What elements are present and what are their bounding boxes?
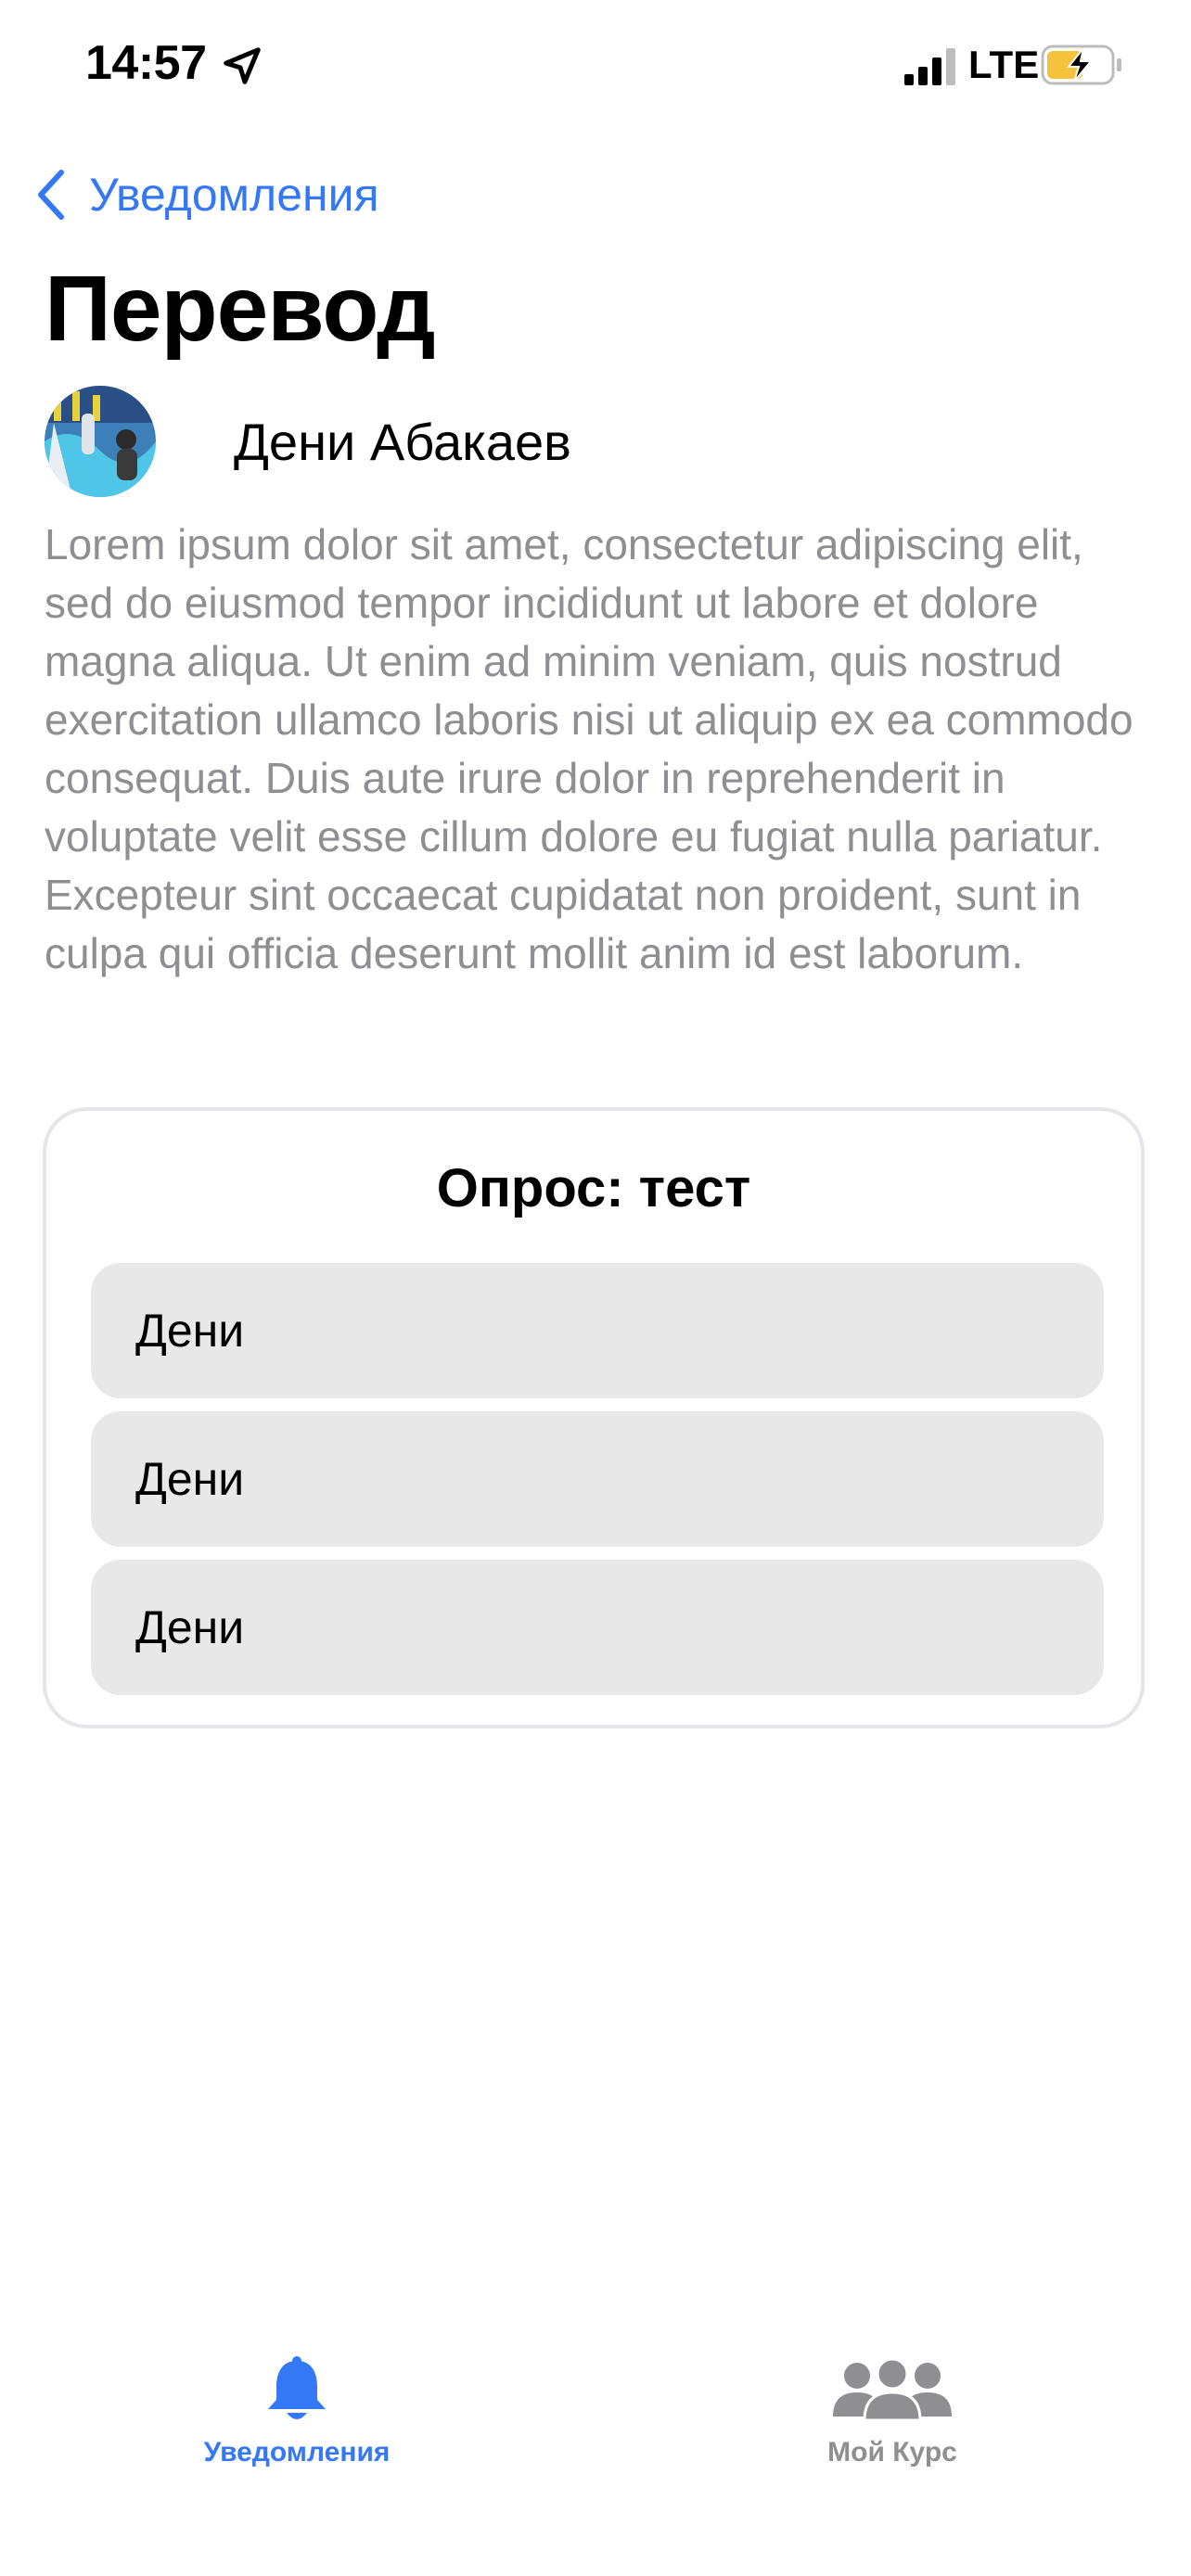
poll-option[interactable]: Дени	[91, 1263, 1104, 1398]
poll-title: Опрос: тест	[436, 1158, 751, 1218]
chevron-left-icon	[38, 170, 64, 220]
tab-my-course-label: Мой Курс	[827, 2437, 957, 2468]
back-button[interactable]: Уведомления	[35, 167, 379, 223]
poll-card: Опрос: тест Дени Дени Дени	[43, 1107, 1145, 1728]
poll-option[interactable]: Дени	[91, 1560, 1104, 1695]
tab-my-course[interactable]: Мой Курс	[707, 2355, 1078, 2468]
location-arrow-icon	[224, 47, 261, 84]
page-title: Перевод	[45, 257, 436, 361]
tab-notifications[interactable]: Уведомления	[111, 2355, 482, 2468]
bell-icon	[268, 2356, 326, 2419]
tab-notifications-label: Уведомления	[203, 2437, 391, 2468]
author-row: Дени Абакаев	[45, 386, 571, 497]
status-time: 14:57	[85, 36, 207, 90]
back-button-label: Уведомления	[89, 169, 379, 221]
poll-option[interactable]: Дени	[91, 1411, 1104, 1547]
status-bar: 14:57 LTE	[0, 0, 1191, 139]
cellular-signal-icon	[904, 48, 955, 85]
people-icon	[833, 2357, 952, 2422]
author-name: Дени Абакаев	[234, 412, 571, 471]
network-type: LTE	[968, 43, 1040, 86]
battery-charging-icon	[1041, 45, 1121, 85]
post-body: Lorem ipsum dolor sit amet, consectetur …	[45, 520, 1133, 977]
avatar	[45, 386, 156, 497]
